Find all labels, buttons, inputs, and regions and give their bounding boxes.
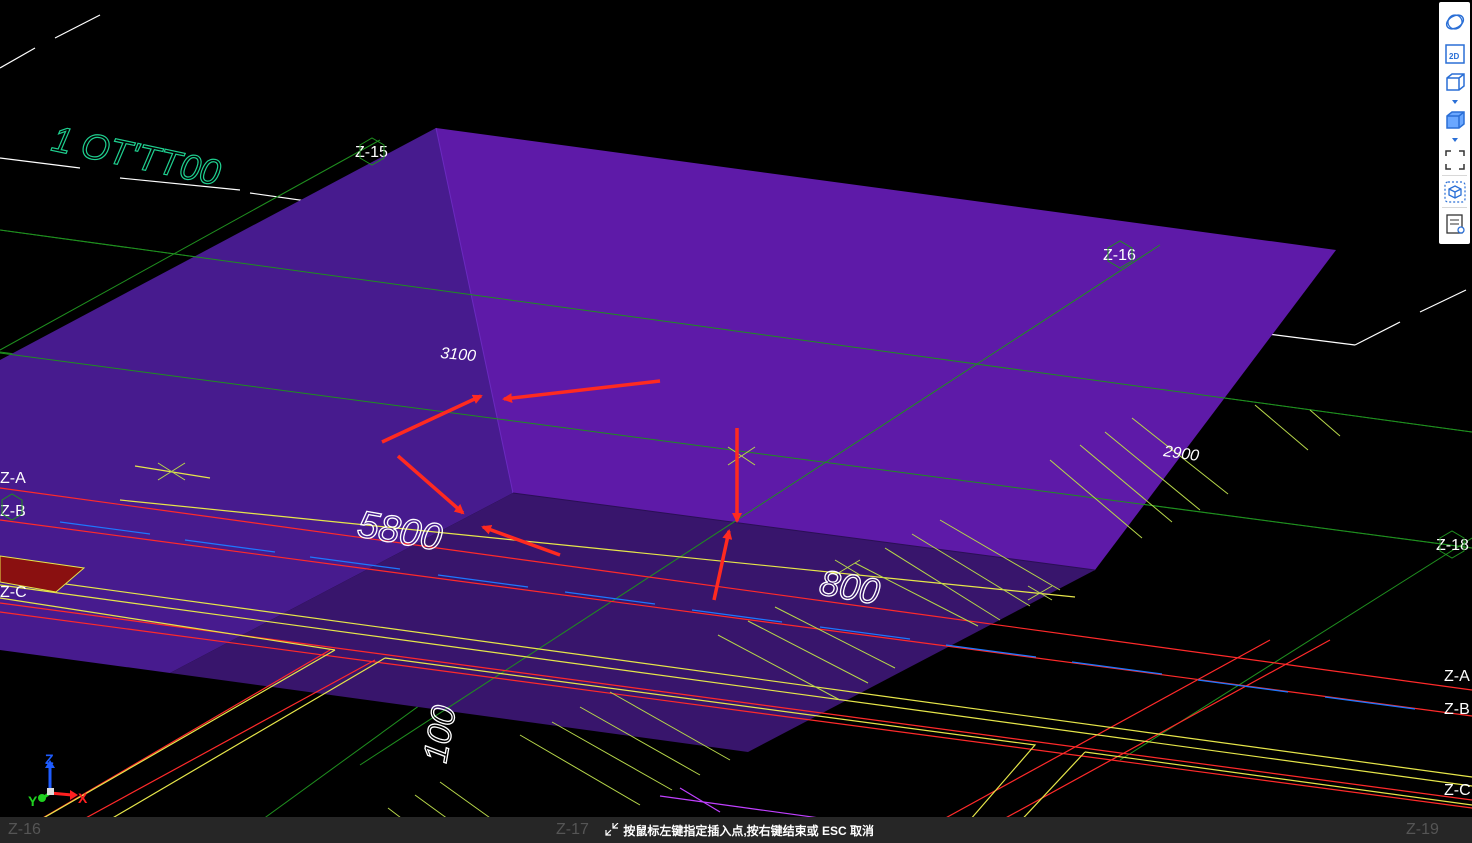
dimension-100: 100 <box>416 703 463 766</box>
gizmo-y-label: Y <box>28 793 38 809</box>
far-dimension-text: 1 OT'TT00 <box>48 118 224 194</box>
axis-gizmo: Z X Y <box>28 751 88 809</box>
fullscreen-icon[interactable] <box>1443 148 1467 172</box>
foundation-pit[interactable] <box>0 127 1336 752</box>
iso-cube-icon[interactable] <box>1443 180 1467 204</box>
status-bar: Z-16 Z-17 Z-19 按鼠标左键指定插入点,按右键结束或 ESC 取消 <box>0 817 1472 843</box>
axis-label-zb-right: Z-B <box>1444 701 1470 718</box>
dimension-3100: 3100 <box>440 345 477 365</box>
view-2d-icon[interactable]: 2D <box>1443 42 1467 66</box>
axis-label-zc-right: Z-C <box>1444 782 1471 799</box>
view-3d-solid-icon[interactable] <box>1443 108 1467 132</box>
gizmo-x-label: X <box>78 790 88 806</box>
svg-text:2D: 2D <box>1449 52 1459 61</box>
axis-label-za-left: Z-A <box>0 470 26 487</box>
view-orbit-icon[interactable] <box>1443 10 1467 34</box>
gizmo-z-label: Z <box>45 751 54 767</box>
status-axis-mid: Z-17 <box>556 821 589 838</box>
status-message: 按鼠标左键指定插入点,按右键结束或 ESC 取消 <box>604 822 874 839</box>
status-axis-right: Z-19 <box>1406 821 1439 838</box>
chevron-down-icon[interactable] <box>1452 100 1458 104</box>
properties-list-icon[interactable] <box>1443 212 1467 236</box>
toolbar-divider <box>1442 175 1467 176</box>
axis-label-za-right: Z-A <box>1444 668 1470 685</box>
view-3d-wire-icon[interactable] <box>1443 70 1467 94</box>
status-axis-left: Z-16 <box>8 821 41 838</box>
view-toolbar: 2D <box>1439 2 1470 244</box>
status-message-text: 按鼠标左键指定插入点,按右键结束或 ESC 取消 <box>623 824 875 838</box>
insert-point-icon <box>605 823 619 836</box>
3d-viewport[interactable]: 1 OT'TT00 Z-15 Z-16 Z-18 Z-A Z-B Z-C Z-A… <box>0 0 1472 843</box>
toolbar-divider <box>1442 207 1467 208</box>
chevron-down-icon[interactable] <box>1452 138 1458 142</box>
